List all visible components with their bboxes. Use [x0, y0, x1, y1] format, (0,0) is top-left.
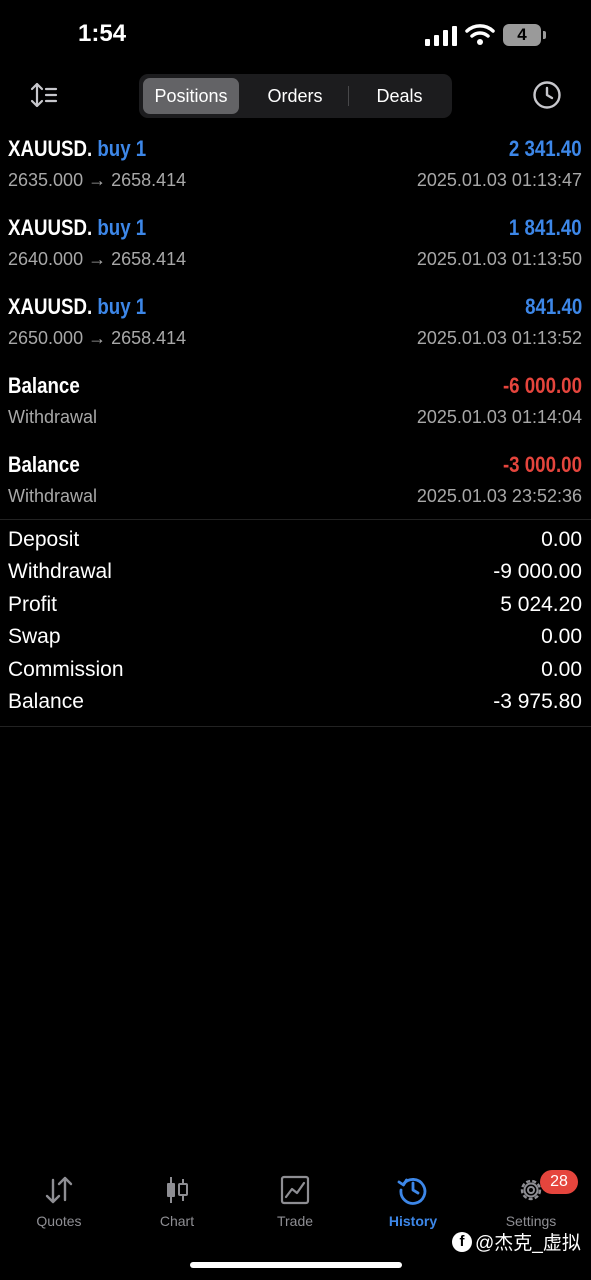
summary-row-deposit: Deposit 0.00 [0, 520, 591, 552]
summary-row-profit: Profit 5 024.20 [0, 585, 591, 617]
wifi-icon [465, 24, 495, 45]
summary-label: Balance [8, 689, 84, 713]
home-indicator [190, 1262, 402, 1268]
deal-datetime: 2025.01.03 23:52:36 [416, 486, 582, 506]
history-icon [397, 1178, 427, 1205]
deal-profit: 1 841.40 [509, 215, 582, 240]
cellular-signal-icon [425, 26, 457, 46]
history-summary: Deposit 0.00 Withdrawal -9 000.00 Profit… [0, 519, 591, 727]
summary-row-commission: Commission 0.00 [0, 650, 591, 682]
deal-symbol: XAUUSD. [8, 136, 93, 161]
deal-datetime: 2025.01.03 01:14:04 [416, 407, 582, 427]
summary-row-balance: Balance -3 975.80 [0, 682, 591, 714]
summary-label: Swap [8, 625, 61, 649]
tab-quotes[interactable]: Quotes [9, 1174, 109, 1244]
summary-value: 5 024.20 [500, 592, 582, 616]
summary-value: 0.00 [541, 657, 582, 681]
deal-prices: 2635.000 → 2658.414 [8, 170, 187, 190]
summary-label: Deposit [8, 528, 80, 551]
summary-label: Withdrawal [8, 560, 112, 584]
deals-list: XAUUSD. buy 1 2 341.40 2635.000 → 2658.4… [0, 132, 591, 527]
summary-value: -3 975.80 [493, 689, 582, 713]
tab-history[interactable]: History [363, 1174, 463, 1244]
deal-profit: 2 341.40 [509, 136, 582, 161]
sort-icon[interactable] [30, 82, 58, 108]
deal-title: Balance [8, 452, 80, 478]
deal-kind: buy 1 [97, 136, 147, 161]
history-segmented-control: Positions Orders Deals [139, 74, 452, 118]
tab-orders[interactable]: Orders [244, 78, 346, 114]
deal-title: XAUUSD. buy 1 [8, 136, 146, 162]
battery-icon: 4 [503, 24, 541, 46]
deal-title: XAUUSD. buy 1 [8, 215, 146, 241]
list-item[interactable]: XAUUSD. buy 1 1 841.40 2640.000 → 2658.4… [0, 211, 591, 290]
tab-positions[interactable]: Positions [143, 78, 239, 114]
tab-label: Chart [159, 1213, 195, 1229]
deal-title: XAUUSD. buy 1 [8, 294, 146, 320]
summary-value: 0.00 [541, 625, 582, 649]
tab-label: Quotes [36, 1213, 82, 1229]
list-item[interactable]: Balance -3 000.00 Withdrawal 2025.01.03 … [0, 448, 591, 527]
tab-chart[interactable]: Chart [127, 1174, 227, 1244]
deal-amount: -6 000.00 [502, 373, 582, 398]
settings-notification-badge: 28 [540, 1170, 578, 1194]
trade-chart-icon [280, 1175, 310, 1205]
history-toolbar: Positions Orders Deals [0, 72, 591, 120]
deal-symbol: XAUUSD. [8, 294, 93, 319]
facebook-logo-icon: f [452, 1231, 472, 1252]
candlestick-icon [167, 1177, 188, 1203]
summary-value: 0.00 [541, 528, 582, 551]
deal-type: Withdrawal [8, 407, 98, 427]
deal-symbol: Balance [8, 452, 80, 477]
deal-symbol: XAUUSD. [8, 215, 93, 240]
watermark: f @杰克_虚拟 [452, 1228, 581, 1255]
deal-datetime: 2025.01.03 01:13:50 [416, 249, 582, 269]
deal-symbol: Balance [8, 373, 80, 398]
segment-divider [348, 86, 349, 106]
list-item[interactable]: XAUUSD. buy 1 2 341.40 2635.000 → 2658.4… [0, 132, 591, 211]
watermark-text: @杰克_虚拟 [475, 1233, 581, 1254]
tab-label: History [388, 1213, 438, 1229]
list-item[interactable]: Balance -6 000.00 Withdrawal 2025.01.03 … [0, 369, 591, 448]
deal-prices: 2650.000 → 2658.414 [8, 328, 187, 348]
summary-row-withdrawal: Withdrawal -9 000.00 [0, 552, 591, 584]
status-bar: 1:54 4 [0, 0, 591, 70]
deal-kind: buy 1 [97, 215, 147, 240]
deal-amount: -3 000.00 [502, 452, 582, 477]
deal-datetime: 2025.01.03 01:13:47 [416, 170, 582, 190]
deal-prices: 2640.000 → 2658.414 [8, 249, 187, 269]
summary-value: -9 000.00 [493, 560, 582, 584]
summary-label: Commission [8, 657, 124, 681]
status-time: 1:54 [78, 20, 127, 47]
tab-label: Trade [276, 1213, 314, 1229]
tab-label: Settings [505, 1213, 557, 1229]
deal-title: Balance [8, 373, 80, 399]
summary-row-swap: Swap 0.00 [0, 617, 591, 649]
deal-profit: 841.40 [524, 294, 582, 319]
clock-icon[interactable] [532, 80, 562, 110]
deal-kind: buy 1 [97, 294, 147, 319]
tab-trade[interactable]: Trade [245, 1174, 345, 1244]
deal-datetime: 2025.01.03 01:13:52 [416, 328, 582, 348]
list-item[interactable]: XAUUSD. buy 1 841.40 2650.000 → 2658.414… [0, 290, 591, 369]
battery-tip [543, 31, 546, 39]
tab-deals[interactable]: Deals [351, 78, 448, 114]
quotes-arrows-icon [45, 1176, 73, 1204]
deal-type: Withdrawal [8, 486, 98, 506]
summary-label: Profit [8, 592, 58, 616]
